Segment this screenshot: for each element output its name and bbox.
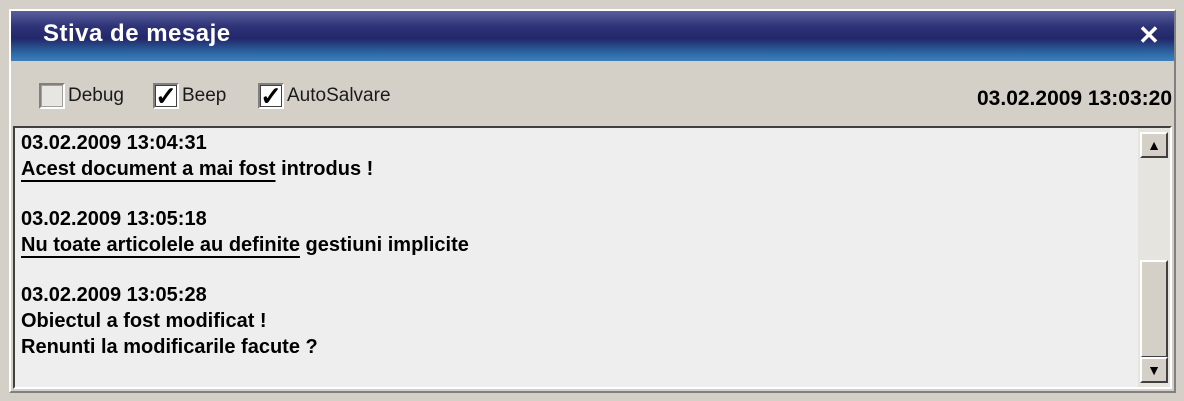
beep-checkbox-box[interactable]: ✓ [153, 81, 179, 111]
beep-checkbox-label: Beep [182, 85, 227, 106]
scroll-down-icon[interactable]: ▼ [1140, 357, 1168, 383]
debug-checkbox-label: Debug [68, 85, 124, 106]
message-timestamp: 03.02.2009 13:05:18 [21, 208, 207, 230]
message-timestamp: 03.02.2009 13:05:28 [21, 284, 207, 306]
toolbar: Debug ✓ Beep ✓ AutoSalvare 03.02.2009 13… [11, 67, 1174, 123]
message-text-rest: introdus ! [275, 158, 374, 180]
autosalvare-checkbox-box[interactable]: ✓ [258, 81, 284, 111]
vertical-scrollbar[interactable]: ▲ ▼ [1138, 128, 1170, 387]
message-list[interactable]: 03.02.2009 13:04:31 Acest document a mai… [13, 126, 1172, 389]
beep-checkbox[interactable]: ✓ Beep [153, 81, 226, 111]
debug-checkbox[interactable]: Debug [39, 81, 124, 111]
message-stack-window: Stiva de mesaje ✕ Debug ✓ Beep ✓ AutoSal… [9, 9, 1176, 393]
message-text: Obiectul a fost modificat ! [21, 310, 267, 332]
message-item: 03.02.2009 13:04:31 Acest document a mai… [21, 130, 1130, 182]
scroll-up-icon[interactable]: ▲ [1140, 132, 1168, 158]
debug-checkbox-box[interactable] [39, 83, 65, 109]
messages-container: 03.02.2009 13:04:31 Acest document a mai… [21, 130, 1130, 387]
message-text-underlined: Nu toate articolele au definite [21, 234, 300, 256]
checkmark-icon: ✓ [155, 81, 177, 111]
current-datetime: 03.02.2009 13:03:20 [977, 87, 1172, 110]
message-text: Nu toate articolele au definite gestiuni… [21, 232, 1130, 258]
message-text: Acest document a mai fost introdus ! [21, 156, 1130, 182]
checkmark-icon: ✓ [260, 81, 282, 111]
message-text-underlined: Acest document a mai fost [21, 158, 276, 180]
autosalvare-checkbox[interactable]: ✓ AutoSalvare [258, 81, 391, 111]
autosalvare-checkbox-label: AutoSalvare [287, 85, 391, 106]
close-icon[interactable]: ✕ [1136, 21, 1162, 49]
message-timestamp: 03.02.2009 13:04:31 [21, 132, 207, 154]
title-bar[interactable]: Stiva de mesaje ✕ [11, 11, 1174, 61]
message-item: 03.02.2009 13:05:28 Obiectul a fost modi… [21, 282, 1130, 360]
message-text: Renunti la modificarile facute ? [21, 336, 318, 358]
window-title: Stiva de mesaje [43, 20, 231, 47]
message-item: 03.02.2009 13:05:18 Nu toate articolele … [21, 206, 1130, 258]
scrollbar-thumb[interactable] [1140, 260, 1168, 358]
message-text-rest: gestiuni implicite [299, 234, 469, 256]
